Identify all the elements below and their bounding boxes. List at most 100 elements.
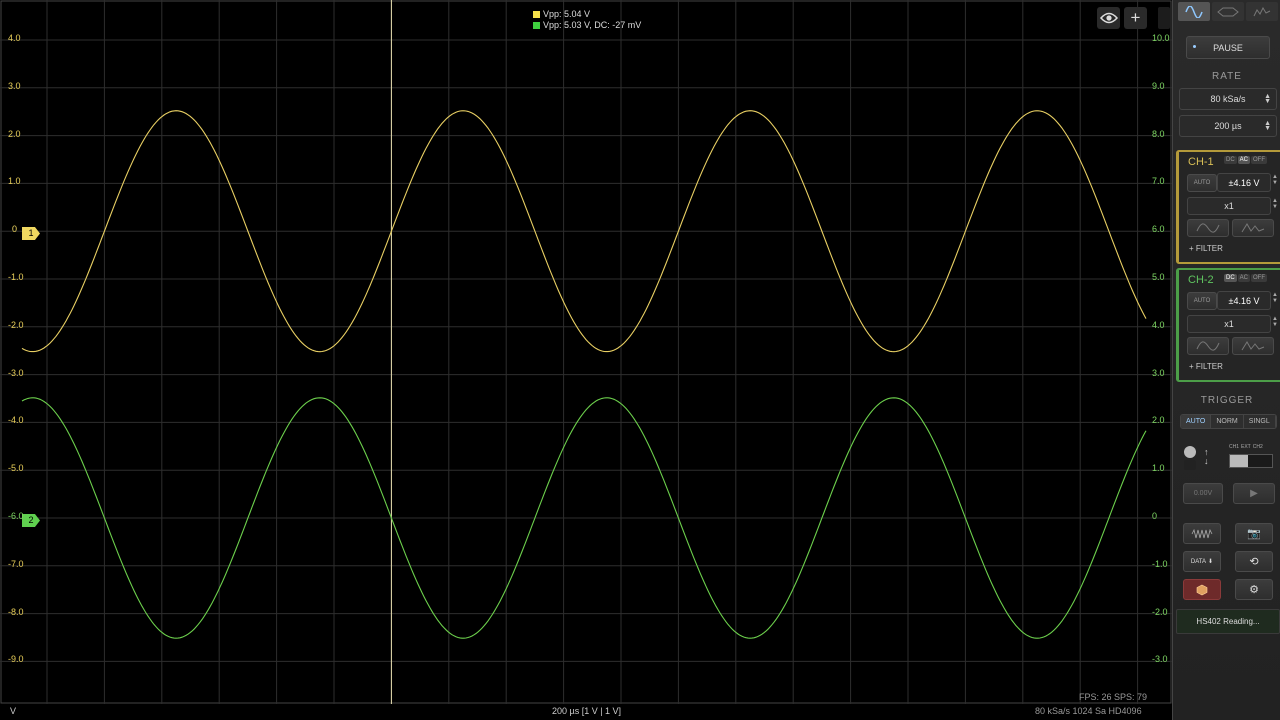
signal-generator-icon <box>1217 7 1239 16</box>
spinner-icon: ▲ ▼ <box>1264 120 1271 132</box>
fps-sps-stats: FPS: 26 SPS: 79 <box>1079 692 1148 702</box>
knob-icon <box>1184 446 1196 458</box>
waveform-export-button[interactable] <box>1183 523 1221 544</box>
y-tick-left: 4.0 <box>8 33 21 43</box>
ch2-fft-button[interactable] <box>1232 337 1274 355</box>
pause-label: PAUSE <box>1213 42 1243 53</box>
ch2-coupling[interactable]: DC AC OFF <box>1224 274 1268 282</box>
scope-display[interactable]: 4.0 3.0 2.0 1.0 -1.0 -2.0 -3.0 -4.0 -5.0 -7.0 -8.0… <box>0 0 1172 720</box>
ch2-range-select[interactable]: ±4.16 V <box>1217 291 1271 310</box>
ch1-probe-spinner[interactable]: ▲ ▼ <box>1272 198 1278 210</box>
download-icon: ⬇ <box>1208 559 1214 565</box>
tab-scope[interactable] <box>1178 2 1210 21</box>
ch2-probe-select[interactable]: x1 <box>1187 315 1271 333</box>
pause-button[interactable]: PAUSE <box>1186 36 1270 59</box>
ch2-auto-button[interactable]: AUTO <box>1187 292 1217 310</box>
ch2-coupling-dc[interactable]: DC <box>1224 274 1237 282</box>
overlay-buttons: + <box>1097 7 1147 29</box>
trigger-src-ext[interactable]: EXT <box>1241 444 1251 450</box>
ch2-coupling-ac[interactable]: AC <box>1237 274 1251 282</box>
play-icon[interactable]: ▶ <box>1233 483 1275 504</box>
ch1-zero-label: 0 <box>12 224 18 235</box>
trigger-edge-knob[interactable] <box>1184 446 1198 472</box>
ch1-coupling-ac[interactable]: AC <box>1237 156 1251 164</box>
plot-border <box>0 0 1172 704</box>
data-label: DATA <box>1190 558 1207 565</box>
y-tick-right: -1.0 <box>1152 558 1168 569</box>
ch2-title: CH-2 <box>1188 274 1214 286</box>
trigger-src-ch2[interactable]: CH2 <box>1253 444 1263 450</box>
y-tick-right: -2.0 <box>1152 606 1168 617</box>
ch2-filter-toggle[interactable]: + FILTER <box>1189 362 1223 371</box>
ch2-range-spinner[interactable]: ▲ ▼ <box>1272 292 1278 304</box>
trigger-level-field[interactable]: 0.00V <box>1183 483 1223 504</box>
control-panel: PAUSE RATE 80 kSa/s ▲ ▼ 200 µs ▲ ▼ CH-1 DC… <box>1172 0 1280 720</box>
y-tick-right: 10.0 <box>1152 33 1170 43</box>
y-tick-left: -1.0 <box>8 272 24 282</box>
eye-icon[interactable] <box>1097 7 1120 29</box>
trigger-title: TRIGGER <box>1200 395 1254 406</box>
y-tick-left: -7.0 <box>8 558 24 569</box>
ch1-auto-button[interactable]: AUTO <box>1187 174 1217 192</box>
trigger-source-slider[interactable] <box>1229 454 1273 468</box>
y-tick-right: 8.0 <box>1152 128 1165 139</box>
y-tick-left: -9.0 <box>8 654 24 665</box>
y-tick-left: 2.0 <box>8 128 21 139</box>
ch1-coupling-dc[interactable]: DC <box>1224 156 1237 164</box>
ch1-waveform-icon <box>1196 223 1220 233</box>
tab-spectrum[interactable] <box>1246 2 1278 21</box>
camera-icon[interactable]: 📷 <box>1235 523 1273 544</box>
ch1-settings: CH-1 DC AC OFF AUTO ±4.16 V ▲ ▼ x1 ▲ ▼ + F… <box>1176 150 1280 264</box>
y-tick-right: -3.0 <box>1152 654 1168 665</box>
plus-icon[interactable]: + <box>1124 7 1147 29</box>
trigger-mode-auto[interactable]: AUTO <box>1181 415 1212 428</box>
ch1-waveform-button[interactable] <box>1187 219 1229 237</box>
timebase-label: 200 µs [1 V | 1 V] <box>552 706 622 716</box>
y-tick-right: 0 <box>1152 511 1158 521</box>
ch2-zero-label: -6.0 <box>8 511 24 521</box>
ch1-range-spinner[interactable]: ▲ ▼ <box>1272 174 1278 186</box>
ch2-probe-spinner[interactable]: ▲ ▼ <box>1272 316 1278 328</box>
y-tick-right: 1.0 <box>1152 463 1165 474</box>
trigger-source[interactable]: CH1 EXT CH2 <box>1229 444 1273 468</box>
y-tick-right: 3.0 <box>1152 367 1165 378</box>
overlay-scroll-handle[interactable] <box>1158 7 1170 29</box>
y-tick-left: -5.0 <box>8 463 24 474</box>
sample-rate-select[interactable]: 80 kSa/s ▲ ▼ <box>1179 88 1277 110</box>
legend-ch2-text: Vpp: 5.03 V, DC: -27 mV <box>543 20 642 30</box>
trigger-mode-selector[interactable]: AUTO NORM SINGL <box>1180 414 1277 429</box>
cube-icon[interactable] <box>1183 579 1221 600</box>
waveform-plot[interactable] <box>0 0 1172 720</box>
timebase-select[interactable]: 200 µs ▲ ▼ <box>1179 115 1277 137</box>
acquisition-info: 80 kSa/s 1024 Sa HD4096 <box>1035 706 1142 716</box>
waveform-icon <box>1191 528 1213 538</box>
measurement-legend: Vpp: 5.04 V Vpp: 5.03 V, DC: -27 mV <box>533 9 641 31</box>
gear-icon[interactable]: ⚙ <box>1235 579 1273 600</box>
sample-rate-value: 80 kSa/s <box>1210 94 1246 104</box>
spinner-icon: ▲ ▼ <box>1264 93 1271 105</box>
trigger-src-ch1[interactable]: CH1 <box>1229 444 1239 450</box>
ch1-coupling[interactable]: DC AC OFF <box>1224 156 1268 164</box>
ch2-waveform-button[interactable] <box>1187 337 1229 355</box>
rate-title: RATE <box>1212 71 1242 82</box>
ch1-fft-button[interactable] <box>1232 219 1274 237</box>
legend-ch1-swatch <box>533 11 540 18</box>
ch1-coupling-off[interactable]: OFF <box>1251 156 1268 164</box>
data-button[interactable]: DATA ⬇ <box>1183 551 1221 572</box>
ch1-probe-select[interactable]: x1 <box>1187 197 1271 215</box>
spectrum-icon <box>1253 6 1271 16</box>
trigger-mode-single[interactable]: SINGL <box>1243 415 1276 428</box>
y-tick-right: 6.0 <box>1152 224 1165 235</box>
legend-ch2: Vpp: 5.03 V, DC: -27 mV <box>533 20 641 31</box>
y-tick-left: 3.0 <box>8 80 21 91</box>
ch2-fft-icon <box>1241 341 1265 351</box>
ch1-range-select[interactable]: ±4.16 V <box>1217 173 1271 192</box>
ch2-waveform-icon <box>1196 341 1220 351</box>
trigger-mode-norm[interactable]: NORM <box>1211 415 1244 428</box>
ch1-filter-toggle[interactable]: + FILTER <box>1189 244 1223 253</box>
bottom-bar: V 200 µs [1 V | 1 V] 80 kSa/s 1024 Sa HD… <box>0 704 1172 720</box>
history-icon[interactable]: ⟲ <box>1235 551 1273 572</box>
tab-generator[interactable] <box>1212 2 1244 21</box>
y-tick-right: 4.0 <box>1152 319 1165 330</box>
ch2-coupling-off[interactable]: OFF <box>1251 274 1268 282</box>
